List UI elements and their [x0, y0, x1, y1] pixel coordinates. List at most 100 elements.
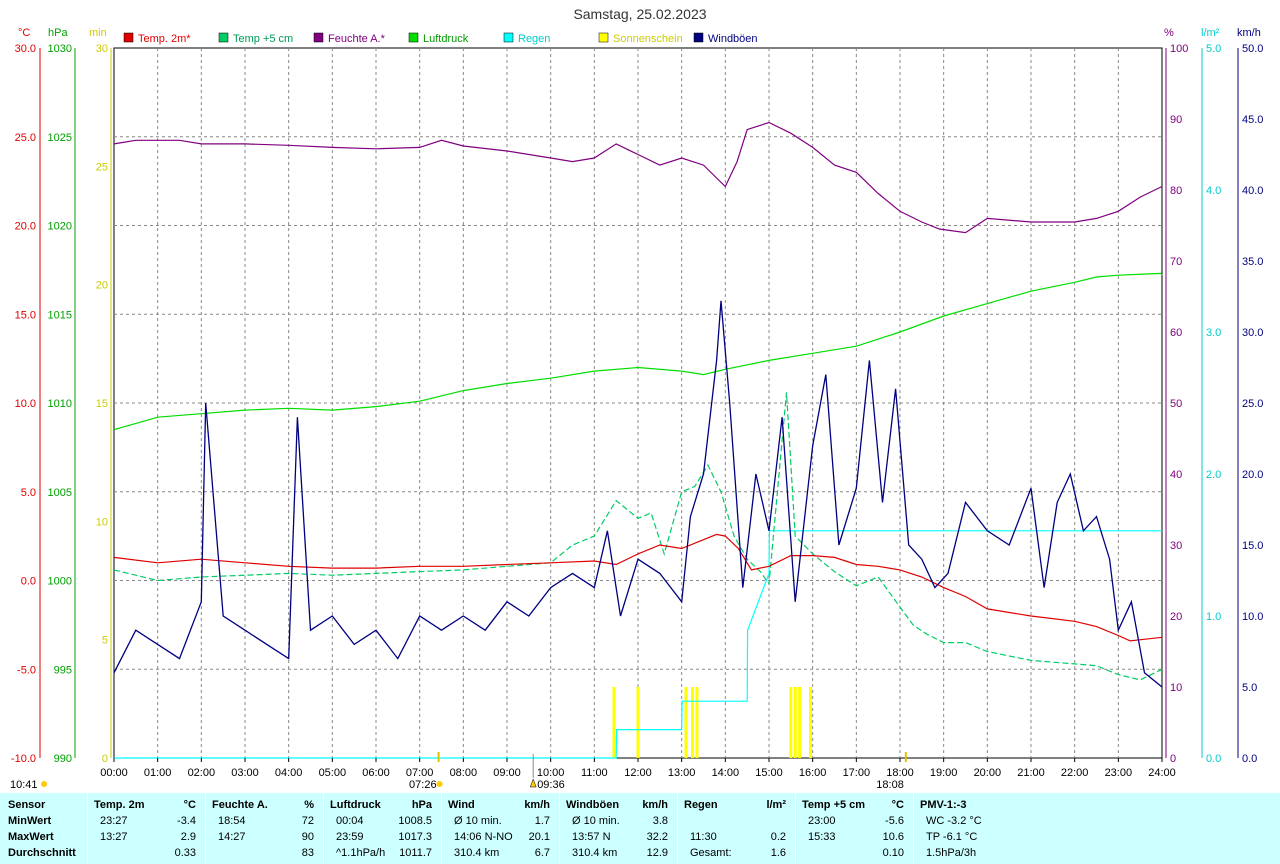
stats-cell-value: 1.7 [534, 815, 550, 827]
sun-icon [436, 781, 443, 787]
axis-unit-temp: °C [18, 27, 30, 39]
stats-column-unit: °C [891, 799, 904, 811]
tick-pressure: 1020 [48, 221, 72, 233]
stats-column: Feuchte A.% 18:54 72 14:27 90 83 [205, 793, 322, 864]
sunshine-bar [612, 687, 616, 758]
stats-column-header: Luftdruck [330, 799, 381, 811]
x-tick-label: 15:00 [755, 767, 783, 779]
stats-cell-time: 13:57 N [572, 831, 611, 843]
legend-swatch [123, 32, 134, 43]
axis-unit-pressure: hPa [48, 27, 68, 39]
tick-rain: 0.0 [1206, 753, 1221, 765]
tick-wind: 20.0 [1242, 469, 1263, 481]
tick-pressure: 1015 [48, 309, 72, 321]
x-tick-label: 04:00 [275, 767, 303, 779]
x-tick-label: 19:00 [930, 767, 958, 779]
stats-column: Regen l/m² 11:30 0.2 Gesamt: 1.6 [677, 793, 794, 864]
legend-swatch [218, 32, 229, 43]
axis-unit-wind: km/h [1237, 27, 1261, 39]
legend-label: Temp. 2m* [138, 33, 191, 45]
stats-cell-time: 310.4 km [454, 847, 500, 859]
tick-rain: 4.0 [1206, 185, 1221, 197]
sunshine-bar [691, 687, 695, 758]
stats-cell-time: ^1.1hPa/h [336, 847, 386, 859]
tick-humidity: 10 [1170, 682, 1182, 694]
tick-wind: 0.0 [1242, 753, 1257, 765]
stats-cell-value: 3.8 [652, 815, 668, 827]
stats-cell-time: 14:06 N-NO [454, 831, 513, 843]
stats-cell-value: 83 [301, 847, 314, 859]
tick-humidity: 20 [1170, 611, 1182, 623]
legend-label: Temp +5 cm [233, 33, 293, 45]
tick-temp: -5.0 [17, 664, 36, 676]
stats-cell-time: 23:59 [336, 831, 364, 843]
x-tick-label: 08:00 [450, 767, 478, 779]
stats-cell-time: 310.4 km [572, 847, 618, 859]
tick-pressure: 1010 [48, 398, 72, 410]
stats-column-divider [441, 793, 442, 864]
stats-cell-time: WC -3.2 °C [926, 815, 982, 827]
tick-temp: 15.0 [15, 309, 36, 321]
tick-sunmin: 30 [96, 43, 108, 55]
tick-rain: 5.0 [1206, 43, 1221, 55]
legend-swatch [408, 32, 419, 43]
axis-unit-sunmin: min [89, 27, 107, 39]
sunset-label: 18:08 [876, 779, 904, 790]
legend-swatch [598, 32, 609, 43]
x-axis: 00:00 01:00 02:00 03:00 04:00 05:00 06:00 07:00… [100, 758, 1176, 779]
weather-chart: Samstag, 25.02.2023 Temp. 2m* Temp +5 cm F… [10, 6, 1263, 790]
x-tick-label: 12:00 [624, 767, 652, 779]
tick-wind: 35.0 [1242, 256, 1263, 268]
legend-swatch [313, 32, 324, 43]
stats-cell-time: 11:30 [690, 831, 717, 843]
tick-temp: -10.0 [11, 753, 36, 765]
legend-label: Sonnenschein [613, 33, 683, 45]
stats-column: Luftdruck hPa 00:04 1008.5 23:59 1017.3 ^1.1hP… [323, 793, 440, 864]
x-tick-label: 24:00 [1148, 767, 1176, 779]
stats-column-header: Temp +5 cm [802, 799, 866, 811]
stats-cell-value: 0.10 [882, 847, 904, 859]
stats-cell-value: 1017.3 [398, 831, 432, 843]
stats-cell-value: 10.6 [882, 831, 904, 843]
tick-humidity: 0 [1170, 753, 1176, 765]
stats-cell-value: 0.2 [770, 831, 786, 843]
x-tick-label: 14:00 [712, 767, 740, 779]
stats-cell-value: -5.6 [885, 815, 904, 827]
stats-column-divider [87, 793, 88, 864]
x-tick-label: 06:00 [362, 767, 390, 779]
stats-column-divider [913, 793, 914, 864]
x-tick-label: 18:00 [886, 767, 914, 779]
tick-wind: 5.0 [1242, 682, 1257, 694]
tick-rain: 3.0 [1206, 327, 1221, 339]
tick-temp: 20.0 [15, 221, 36, 233]
tick-humidity: 90 [1170, 114, 1182, 126]
stats-cell-time: 14:27 [218, 831, 246, 843]
stats-cell-time: Gesamt: [690, 847, 732, 859]
stats-cell-value: 20.1 [528, 831, 550, 843]
tick-pressure: 990 [54, 753, 72, 765]
stats-column-unit: °C [183, 799, 196, 811]
stats-cell-time: 23:27 [100, 815, 128, 827]
stats-cell-time: 00:04 [336, 815, 364, 827]
stats-column-header: PMV-1:-3 [920, 799, 967, 811]
tick-temp: 25.0 [15, 132, 36, 144]
stats-cell-value: -3.4 [177, 815, 196, 827]
stats-column-divider [323, 793, 324, 864]
tick-sunmin: 10 [96, 516, 108, 528]
x-tick-label: 07:00 [406, 767, 434, 779]
stats-column-header: Feuchte A. [212, 799, 268, 811]
axis-unit-humidity: % [1164, 27, 1174, 39]
sunshine-bar [636, 687, 640, 758]
stats-column-divider [795, 793, 796, 864]
stats-column-divider [205, 793, 206, 864]
stats-cell-time: 15:33 [808, 831, 836, 843]
sunshine-bar [808, 687, 812, 758]
stats-column: Temp. 2m °C 23:27 -3.4 13:27 2.9 0.33 [87, 793, 204, 864]
tick-wind: 10.0 [1242, 611, 1263, 623]
legend-label: Feuchte A.* [328, 33, 386, 45]
stats-cell-value: 90 [301, 831, 314, 843]
stats-column-unit: l/m² [766, 799, 786, 811]
stats-column: Windböen km/h Ø 10 min. 3.8 13:57 N 32.2 310.4… [559, 793, 676, 864]
tick-temp: 10.0 [15, 398, 36, 410]
x-tick-label: 09:00 [493, 767, 521, 779]
